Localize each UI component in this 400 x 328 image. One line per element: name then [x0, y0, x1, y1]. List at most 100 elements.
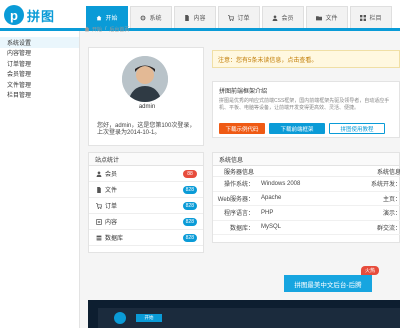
- user-icon: [273, 14, 278, 21]
- tutorial-label: 拼图使用教程: [340, 126, 374, 133]
- sidebar-item-label: 会员管理: [7, 72, 32, 79]
- stat-badge: 828: [182, 186, 197, 194]
- stat-badge: 88: [183, 170, 197, 178]
- sidebar-item-content[interactable]: 内容管理: [0, 48, 79, 59]
- download-sample-label: 下载示例代码: [225, 126, 259, 133]
- breadcrumb-current: 后台首页: [109, 26, 130, 33]
- file-icon: [97, 186, 101, 193]
- stat-row-database[interactable]: 数据库 828: [89, 230, 203, 246]
- sidebar-item-files[interactable]: 文件管理: [0, 79, 79, 90]
- sysinfo-right-label: 主页：: [382, 196, 400, 203]
- logo[interactable]: p 拼图: [4, 5, 55, 25]
- breadcrumb: 开始 / 后台首页: [84, 24, 129, 34]
- tab-cart[interactable]: 订单: [218, 6, 260, 28]
- sidebar-item-columns[interactable]: 栏目管理: [0, 90, 79, 101]
- stat-label: 会员: [105, 172, 118, 178]
- hot-badge: 火热: [361, 266, 379, 275]
- table-row: 数据库： MySQL 群交流：: [213, 221, 400, 235]
- home-icon: [84, 26, 90, 32]
- download-sample-button[interactable]: 下载示例代码: [219, 123, 265, 134]
- stats-title: 站点统计: [89, 153, 203, 166]
- folder-icon: [316, 15, 323, 20]
- table-row: 程序语言： PHP 演示：: [213, 206, 400, 221]
- unread-notice[interactable]: 注意：您有5条未读信息，点击查看。: [212, 50, 400, 68]
- top-nav: 开始 系统 内容 订单 会员 文件 栏目: [86, 6, 394, 28]
- sysinfo-value: PHP: [261, 209, 274, 216]
- stat-label: 数据库: [105, 236, 124, 242]
- tab-label: 订单: [237, 16, 250, 22]
- stat-label: 内容: [105, 220, 118, 226]
- table-row: 操作系统： Windows 2008 系统开发：: [213, 177, 400, 192]
- sidebar-item-system-settings[interactable]: 系统设置: [0, 37, 79, 48]
- intro-title: 拼图前端框架介绍: [219, 89, 268, 95]
- avatar[interactable]: [122, 56, 168, 102]
- sysinfo-header-right: 系统信息: [376, 170, 400, 176]
- site-stats-panel: 站点统计 会员 88 文件 828 订单 828 内容 828 数据库 828: [88, 152, 204, 253]
- sysinfo-right-label: 演示：: [382, 211, 400, 218]
- sysinfo-value: Windows 2008: [261, 180, 301, 187]
- breadcrumb-home[interactable]: 开始: [92, 26, 102, 33]
- tab-label: 开始: [105, 16, 118, 22]
- sidebar-item-label: 订单管理: [7, 61, 32, 68]
- sysinfo-header-row: 服务器信息 系统信息: [213, 167, 400, 177]
- sidebar-item-label: 系统设置: [7, 40, 32, 47]
- download-framework-label: 下载前端框架: [280, 126, 314, 133]
- grid-icon: [360, 14, 367, 21]
- tab-folder[interactable]: 文件: [306, 6, 348, 28]
- promo-button[interactable]: 拼图最美中文后台-后腾: [284, 275, 372, 292]
- tab-user[interactable]: 会员: [262, 6, 304, 28]
- sidebar-item-members[interactable]: 会员管理: [0, 69, 79, 80]
- download-framework-button[interactable]: 下载前端框架: [269, 123, 325, 134]
- preview-logo: [114, 312, 126, 324]
- top-bar: p 拼图 开始 系统 内容 订单 会员 文件 栏目: [0, 0, 400, 31]
- gear-icon: [141, 15, 146, 20]
- database-icon: [96, 235, 102, 240]
- promo-label: 拼图最美中文后台-后腾: [294, 281, 362, 289]
- greeting-line-2: 上次登录为2014-10-1。: [97, 130, 161, 136]
- intro-panel: 拼图前端框架介绍 拼图是优秀的响应式前端CSS框架，国内前端框架先驱及领导者，自…: [212, 81, 400, 138]
- stat-badge: 828: [182, 234, 197, 242]
- stat-row-orders[interactable]: 订单 828: [89, 198, 203, 214]
- stat-row-content[interactable]: 内容 828: [89, 214, 203, 230]
- system-info-panel: 系统信息 服务器信息 系统信息 操作系统： Windows 2008 系统开发：…: [212, 152, 400, 243]
- sysinfo-label: 程序语言：: [223, 211, 254, 218]
- logo-badge: p: [4, 5, 24, 25]
- theme-preview: 开始: [88, 300, 400, 328]
- sysinfo-right-label: 系统开发：: [370, 182, 400, 189]
- home-icon: [97, 15, 102, 20]
- tab-gear[interactable]: 系统: [130, 6, 172, 28]
- sysinfo-label: 数据库：: [229, 225, 254, 232]
- tab-label: 内容: [193, 16, 206, 22]
- notice-text: 注意：您有5条未读信息，点击查看。: [218, 57, 318, 64]
- user-icon: [96, 170, 102, 177]
- sysinfo-label: Web服务器：: [217, 196, 254, 203]
- stat-label: 订单: [105, 204, 118, 210]
- intro-text: 拼图是优秀的响应式前端CSS框架，国内前端框架先驱及领导者，自动适应手机、平板、…: [219, 98, 390, 111]
- tab-label: 会员: [281, 16, 294, 22]
- sysinfo-header-left: 服务器信息: [223, 170, 254, 176]
- table-row: Web服务器： Apache 主页：: [213, 192, 400, 206]
- greeting-line-1: 您好，admin，这是您第100次登录，: [97, 123, 196, 129]
- stat-row-files[interactable]: 文件 828: [89, 182, 203, 198]
- stat-row-members[interactable]: 会员 88: [89, 166, 203, 182]
- tab-grid[interactable]: 栏目: [350, 6, 392, 28]
- tab-label: 文件: [325, 16, 338, 22]
- sidebar-item-label: 文件管理: [7, 82, 32, 89]
- sysinfo-table: 服务器信息 系统信息 操作系统： Windows 2008 系统开发： Web服…: [213, 167, 400, 235]
- sysinfo-right-label: 群交流：: [376, 225, 400, 232]
- tab-file[interactable]: 内容: [174, 6, 216, 28]
- sidebar: 系统设置 内容管理 订单管理 会员管理 文件管理 栏目管理: [0, 31, 80, 328]
- stat-badge: 828: [182, 218, 197, 226]
- sysinfo-label: 操作系统：: [223, 182, 254, 189]
- preview-frame: 开始: [98, 308, 400, 328]
- sysinfo-value: Apache: [261, 195, 282, 202]
- sidebar-item-orders[interactable]: 订单管理: [0, 58, 79, 69]
- greeting-text: 您好，admin，这是您第100次登录， 上次登录为2014-10-1。: [97, 123, 201, 137]
- cart-icon: [228, 14, 235, 21]
- file-icon: [185, 14, 190, 21]
- sidebar-item-label: 栏目管理: [7, 93, 32, 100]
- sidebar-item-label: 内容管理: [7, 51, 32, 58]
- tutorial-button[interactable]: 拼图使用教程: [329, 123, 385, 134]
- sysinfo-title: 系统信息: [213, 153, 399, 166]
- profile-card: admin 您好，admin，这是您第100次登录， 上次登录为2014-10-…: [88, 47, 204, 146]
